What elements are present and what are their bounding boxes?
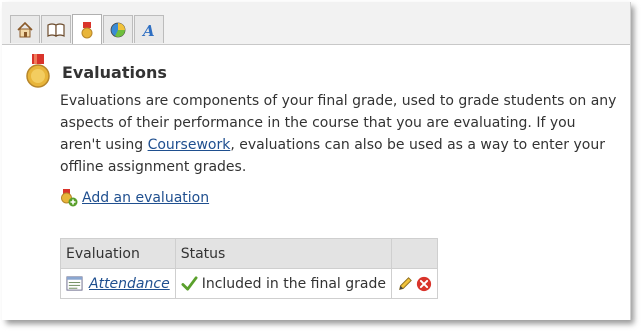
delete-icon[interactable] [416,276,432,292]
table-row: Attendance Included in the final grade [60,268,438,299]
add-evaluation-link[interactable]: Add an evaluation [82,190,209,206]
svg-text:A: A [141,22,155,39]
status-text: Included in the final grade [201,275,386,292]
tab-strip: A [2,2,630,45]
page-title: Evaluations [62,62,167,82]
page-description: Evaluations are components of your final… [60,90,620,178]
book-icon [47,22,65,37]
table-header-row: Evaluation Status [60,238,438,269]
column-header-evaluation: Evaluation [60,238,176,269]
status-cell: Included in the final grade [174,268,392,299]
tab-book[interactable] [41,15,71,43]
evaluation-link-attendance[interactable]: Attendance [89,276,170,292]
tab-list: A [10,14,165,44]
font-icon: A [141,22,155,39]
column-header-actions [390,238,438,269]
medal-icon [26,54,50,88]
tab-evaluations[interactable] [72,14,102,44]
actions-cell [390,268,438,299]
page-header: Evaluations [24,54,167,90]
page-frame: A Evaluations Evaluations are components… [2,2,631,320]
evaluation-cell: Attendance [60,268,176,299]
pie-chart-icon [110,22,126,37]
evaluations-table: Evaluation Status Attendance Included in… [60,238,438,299]
tab-statistics[interactable] [103,15,133,43]
pencil-icon[interactable] [397,276,413,292]
add-medal-icon [61,189,78,207]
tab-fonts[interactable]: A [134,15,164,43]
medal-icon [81,21,93,38]
home-icon [17,21,33,37]
column-header-status: Status [174,238,392,269]
add-evaluation-row: Add an evaluation [60,189,209,207]
grade-sheet-icon [66,276,83,291]
tab-home[interactable] [10,15,40,43]
checkmark-icon [181,276,198,291]
coursework-link[interactable]: Coursework [148,137,231,153]
